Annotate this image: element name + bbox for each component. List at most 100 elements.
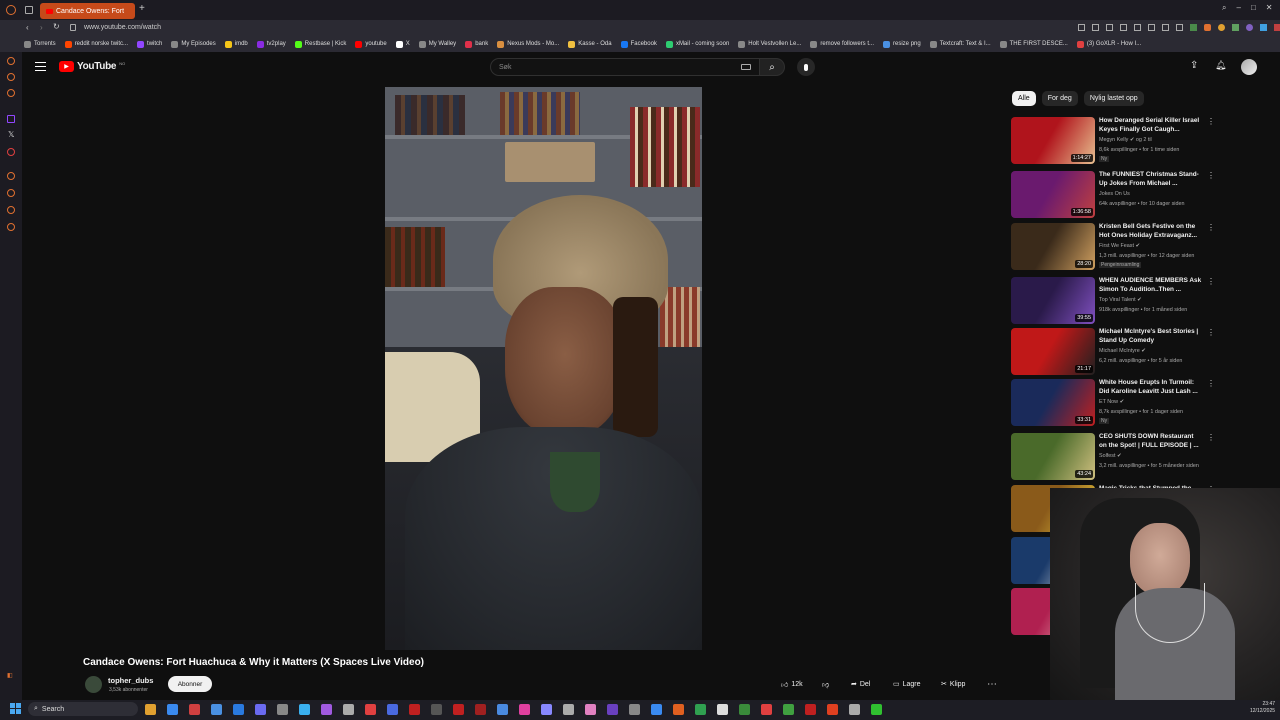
taskbar-search[interactable]: ⌕ Search xyxy=(28,702,138,716)
taskbar-app-icon[interactable] xyxy=(541,704,552,715)
maximize-icon[interactable]: □ xyxy=(1251,3,1256,13)
youtube-logo[interactable]: ▶ YouTube NO xyxy=(59,61,125,72)
sidebar-icon[interactable] xyxy=(7,73,15,81)
extension-icon[interactable] xyxy=(1204,24,1211,31)
taskbar-app-icon[interactable] xyxy=(475,704,486,715)
more-options-icon[interactable]: ⋮ xyxy=(1207,171,1215,180)
bookmark-item[interactable]: reddit norske twitc... xyxy=(64,40,128,48)
extension-icon[interactable] xyxy=(1274,24,1280,31)
extension-icon[interactable] xyxy=(1260,24,1267,31)
bookmark-item[interactable]: xMail - coming soon xyxy=(665,40,729,48)
taskbar-app-icon[interactable] xyxy=(607,704,618,715)
taskbar-app-icon[interactable] xyxy=(563,704,574,715)
dislike-button[interactable]: 👎︎ xyxy=(822,677,829,691)
taskbar-app-icon[interactable] xyxy=(211,704,222,715)
back-icon[interactable]: ‹ xyxy=(26,23,29,32)
bookmark-item[interactable]: resize png xyxy=(883,40,921,48)
taskbar-app-icon[interactable] xyxy=(233,704,244,715)
recommendation-item[interactable]: 21:17 Michael McIntyre's Best Stories | S… xyxy=(1011,328,1215,378)
x-icon[interactable]: 𝕏 xyxy=(8,130,14,139)
tab-list-icon[interactable] xyxy=(25,6,33,14)
site-info-icon[interactable] xyxy=(70,24,76,31)
sidebar-icon[interactable] xyxy=(7,89,15,97)
recommendation-thumbnail[interactable]: 33:31 xyxy=(1011,379,1095,426)
upload-icon[interactable]: ⇪ xyxy=(1190,60,1198,71)
keyboard-icon[interactable] xyxy=(741,64,751,70)
notifications-icon[interactable]: 🔔︎ xyxy=(1215,60,1226,71)
extension-icon[interactable] xyxy=(1232,24,1239,31)
bookmark-item[interactable]: (3) GoXLR - How I... xyxy=(1076,40,1141,48)
recommendation-channel[interactable]: Jokes On Us xyxy=(1099,191,1130,197)
close-icon[interactable]: ✕ xyxy=(1266,3,1273,13)
taskbar-app-icon[interactable] xyxy=(673,704,684,715)
taskbar-app-icon[interactable] xyxy=(651,704,662,715)
bookmark-item[interactable]: Kasse - Oda xyxy=(568,40,612,48)
save-button[interactable]: ▭ Lagre xyxy=(893,677,921,691)
taskbar-app-icon[interactable] xyxy=(299,704,310,715)
bookmark-item[interactable]: Restbase | Kick xyxy=(294,40,346,48)
recommendation-item[interactable]: 1:36:58 The FUNNIEST Christmas Stand-Up J… xyxy=(1011,171,1215,221)
voice-search-button[interactable] xyxy=(797,58,815,76)
chip-for-you[interactable]: For deg xyxy=(1041,91,1078,106)
sidebar-toggle-icon[interactable]: ◧ xyxy=(7,672,13,679)
sidebar-icon[interactable] xyxy=(7,206,15,214)
url-input[interactable]: www.youtube.com/watch xyxy=(84,24,161,31)
extension-icon[interactable] xyxy=(1092,24,1099,31)
recommendation-channel[interactable]: Michael McIntyre ✔ xyxy=(1099,348,1146,354)
taskbar-app-icon[interactable] xyxy=(387,704,398,715)
recommendation-thumbnail[interactable]: 21:17 xyxy=(1011,328,1095,375)
recommendation-thumbnail[interactable]: 1:36:58 xyxy=(1011,171,1095,218)
taskbar-app-icon[interactable] xyxy=(739,704,750,715)
tab-youtube[interactable]: Candace Owens: Fort xyxy=(40,3,135,19)
minimize-icon[interactable]: – xyxy=(1236,3,1240,13)
taskbar-app-icon[interactable] xyxy=(761,704,772,715)
extension-icon[interactable] xyxy=(1162,24,1169,31)
bookmark-item[interactable]: My Walley xyxy=(418,40,456,48)
taskbar-app-icon[interactable] xyxy=(255,704,266,715)
settings-icon[interactable] xyxy=(7,223,15,231)
windows-start-icon[interactable] xyxy=(10,703,21,714)
avatar[interactable] xyxy=(1241,59,1257,75)
recommendation-thumbnail[interactable]: 43:24 xyxy=(1011,433,1095,480)
taskbar-app-icon[interactable] xyxy=(453,704,464,715)
taskbar-app-icon[interactable] xyxy=(805,704,816,715)
taskbar-app-icon[interactable] xyxy=(431,704,442,715)
channel-avatar[interactable] xyxy=(85,676,102,693)
bookmark-item[interactable]: bank xyxy=(465,40,488,48)
recommendation-item[interactable]: 28:20 Kristen Bell Gets Festive on the Ho… xyxy=(1011,223,1215,273)
bookmark-item[interactable]: imdb xyxy=(224,40,248,48)
extension-icon[interactable] xyxy=(1106,24,1113,31)
extension-icon[interactable] xyxy=(1078,24,1085,31)
bookmark-item[interactable]: My Episodes xyxy=(171,40,216,48)
taskbar-app-icon[interactable] xyxy=(277,704,288,715)
taskbar-app-icon[interactable] xyxy=(629,704,640,715)
bookmark-item[interactable]: tv2play xyxy=(256,40,286,48)
taskbar-app-icon[interactable] xyxy=(321,704,332,715)
video-player[interactable] xyxy=(385,87,702,650)
taskbar-app-icon[interactable] xyxy=(145,704,156,715)
bookmark-item[interactable]: youtube xyxy=(355,40,387,48)
forward-icon[interactable]: › xyxy=(40,23,43,32)
taskbar-app-icon[interactable] xyxy=(783,704,794,715)
taskbar-app-icon[interactable] xyxy=(519,704,530,715)
bookmark-item[interactable]: Textcraft: Text & I... xyxy=(929,40,991,48)
recommendation-item[interactable]: 43:24 CEO SHUTS DOWN Restaurant on the Sp… xyxy=(1011,433,1215,483)
bookmark-item[interactable]: Nexus Mods - Mo... xyxy=(497,40,559,48)
clock-date[interactable]: 12/12/2025 xyxy=(1250,708,1275,715)
recommendation-channel[interactable]: Top Viral Talent ✔ xyxy=(1099,297,1142,303)
recommendation-channel[interactable]: Megyn Kelly ✔ og 2 til xyxy=(1099,137,1152,143)
taskbar-app-icon[interactable] xyxy=(585,704,596,715)
extension-icon[interactable] xyxy=(1134,24,1141,31)
taskbar-app-icon[interactable] xyxy=(189,704,200,715)
recommendation-item[interactable]: 1:14:27 How Deranged Serial Killer Israel… xyxy=(1011,117,1215,167)
taskbar-app-icon[interactable] xyxy=(409,704,420,715)
sidebar-icon[interactable] xyxy=(7,57,15,65)
taskbar-app-icon[interactable] xyxy=(167,704,178,715)
recommendation-item[interactable]: 33:31 White House Erupts In Turmoil: Did … xyxy=(1011,379,1215,429)
new-tab-button[interactable]: + xyxy=(139,3,145,14)
channel-name[interactable]: topher_dubs xyxy=(108,676,153,685)
recommendation-item[interactable]: 39:55 WHEN AUDIENCE MEMBERS Ask Simon To … xyxy=(1011,277,1215,327)
recommendation-thumbnail[interactable]: 1:14:27 xyxy=(1011,117,1095,164)
taskbar-app-icon[interactable] xyxy=(695,704,706,715)
extension-icon[interactable] xyxy=(1148,24,1155,31)
